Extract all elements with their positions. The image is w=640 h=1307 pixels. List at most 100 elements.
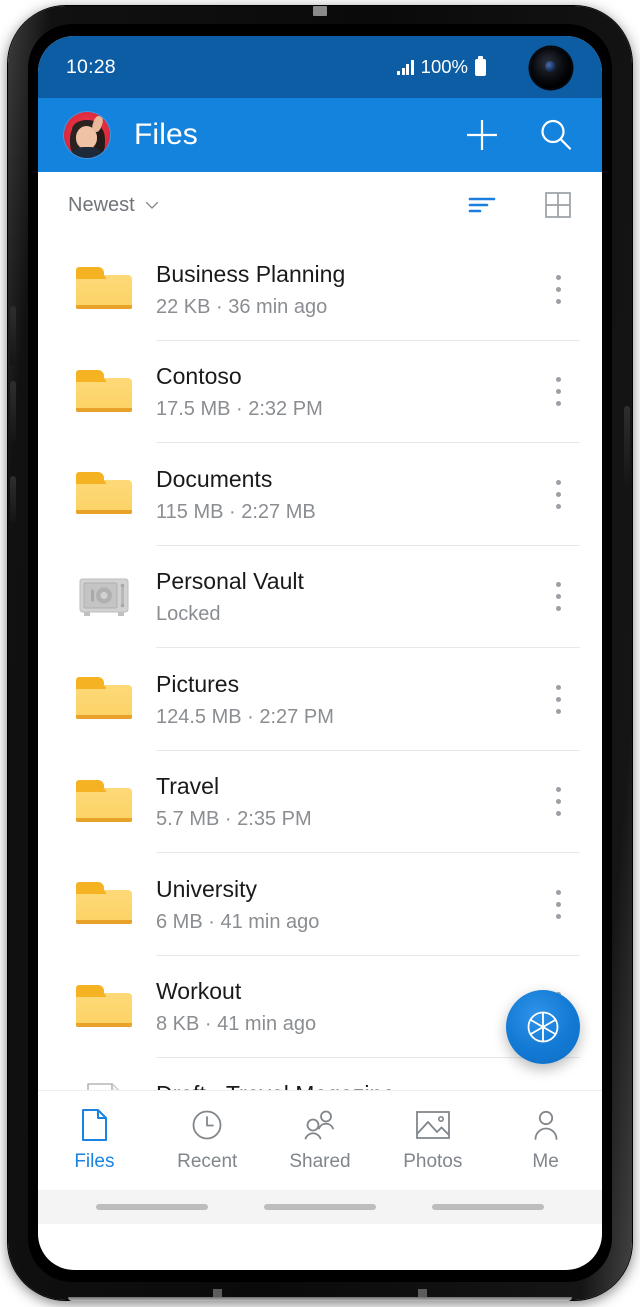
nav-item-shared[interactable]: Shared [264, 1108, 377, 1173]
file-name: Travel [156, 773, 220, 800]
sort-dropdown[interactable]: Newest [68, 194, 160, 217]
app-bar-actions [460, 113, 578, 157]
power-button[interactable] [624, 406, 630, 486]
person-icon [530, 1108, 562, 1142]
row-text: Personal Vault Locked [156, 567, 536, 626]
row-text: Travel 5.7 MB · 2:35 PM [156, 772, 536, 831]
battery-full-icon [475, 55, 486, 76]
row-icon [68, 576, 140, 618]
plus-icon [467, 120, 497, 150]
row-icon [68, 267, 140, 311]
nav-label: Recent [177, 1151, 238, 1172]
overflow-menu-icon[interactable] [536, 261, 580, 317]
row-icon [68, 369, 140, 414]
search-button[interactable] [534, 113, 578, 157]
nav-label: Me [532, 1151, 559, 1172]
file-meta: 5.7 MB · 2:35 PM [156, 808, 312, 831]
folder-icon [76, 677, 132, 721]
folder-icon [76, 472, 132, 516]
volume-down-button[interactable] [10, 381, 16, 441]
file-name: Documents [156, 465, 273, 492]
filter-button[interactable] [464, 187, 500, 223]
file-list[interactable]: Business Planning 22 KB · 36 min ago Con… [38, 238, 602, 1090]
nav-label: Shared [289, 1151, 351, 1172]
folder-icon [76, 984, 132, 1029]
row-text: Business Planning 22 KB · 36 min ago [156, 260, 536, 319]
folder-icon [76, 882, 132, 926]
device-bottom-rim [68, 1297, 572, 1301]
bottom-navigation-bar: Files Recent Shared Photos Me [38, 1090, 602, 1190]
row-icon [68, 677, 140, 721]
cellular-signal-icon [397, 59, 414, 75]
nav-item-files[interactable]: Files [38, 1108, 151, 1173]
row-text: Documents 115 MB · 2:27 MB [156, 465, 536, 524]
row-icon [68, 984, 140, 1029]
assistant-button[interactable] [10, 476, 16, 522]
grid-view-icon [545, 192, 571, 218]
row-text: Draft - Travel Magazine 42 KB · 42 min a… [156, 1080, 536, 1090]
overflow-menu-icon[interactable] [536, 466, 580, 522]
app-bar: Files [38, 98, 602, 172]
grid-view-toggle-button[interactable] [540, 187, 576, 223]
overflow-menu-icon[interactable] [536, 364, 580, 420]
list-item[interactable]: University 6 MB · 41 min ago [38, 853, 602, 956]
file-name: Contoso [156, 363, 242, 390]
word-document-icon: W [87, 1083, 119, 1090]
nav-label: Files [74, 1151, 115, 1172]
overflow-menu-icon[interactable] [536, 774, 580, 830]
overflow-menu-icon[interactable] [536, 671, 580, 727]
row-icon [68, 472, 140, 516]
file-meta: 124.5 MB · 2:27 PM [156, 705, 334, 728]
file-name: Workout [156, 978, 242, 1005]
nav-item-recent[interactable]: Recent [151, 1108, 264, 1173]
folder-icon [76, 779, 132, 824]
clock-icon [191, 1108, 223, 1142]
file-meta: 6 MB · 41 min ago [156, 910, 320, 933]
overflow-menu-icon[interactable] [536, 569, 580, 625]
volume-up-button[interactable] [10, 306, 16, 366]
file-name: Business Planning [156, 260, 346, 287]
front-camera-punch-hole-icon [530, 47, 572, 89]
overflow-menu-icon[interactable] [536, 1081, 580, 1090]
add-button[interactable] [460, 113, 504, 157]
list-item[interactable]: Business Planning 22 KB · 36 min ago [38, 238, 602, 341]
photo-image-icon [415, 1108, 451, 1142]
nav-item-photos[interactable]: Photos [376, 1108, 489, 1173]
file-name: Draft - Travel Magazine [156, 1080, 536, 1090]
people-icon [302, 1108, 338, 1142]
file-name: Pictures [156, 670, 240, 697]
sort-filter-icon [468, 197, 496, 213]
file-meta: 115 MB · 2:27 MB [156, 500, 316, 523]
vault-safe-icon [79, 578, 129, 616]
nav-label: Photos [403, 1151, 463, 1172]
avatar[interactable] [64, 112, 110, 158]
file-page-icon [79, 1108, 109, 1142]
row-icon [68, 882, 140, 926]
list-item[interactable]: Personal Vault Locked [38, 546, 602, 649]
list-item[interactable]: Contoso 17.5 MB · 2:32 PM [38, 341, 602, 444]
file-meta: Locked [156, 603, 221, 626]
page-title: Files [134, 118, 198, 151]
status-bar: 10:28 100% [38, 36, 602, 98]
row-text: University 6 MB · 41 min ago [156, 875, 536, 934]
gesture-pill-recent[interactable] [432, 1204, 544, 1210]
sort-label: Newest [68, 193, 135, 216]
list-item[interactable]: Travel 5.7 MB · 2:35 PM [38, 751, 602, 854]
list-item[interactable]: W Draft - Travel Magazine 42 KB · 42 min… [38, 1058, 602, 1090]
row-text: Pictures 124.5 MB · 2:27 PM [156, 670, 536, 729]
camera-upload-fab-button[interactable] [506, 990, 580, 1064]
overflow-menu-icon[interactable] [536, 876, 580, 932]
battery-percent-label: 100% [420, 56, 468, 77]
gesture-pill-home[interactable] [264, 1204, 376, 1210]
row-icon: W [68, 1081, 140, 1090]
list-item[interactable]: Documents 115 MB · 2:27 MB [38, 443, 602, 546]
list-toolbar: Newest [38, 172, 602, 238]
gesture-pill-back[interactable] [96, 1204, 208, 1210]
list-item[interactable]: Pictures 124.5 MB · 2:27 PM [38, 648, 602, 751]
gesture-navigation-bar [38, 1190, 602, 1224]
status-time: 10:28 [66, 55, 116, 78]
nav-item-me[interactable]: Me [489, 1108, 602, 1173]
folder-icon [76, 267, 132, 311]
toolbar-actions [464, 187, 576, 223]
chevron-down-icon [145, 201, 158, 209]
